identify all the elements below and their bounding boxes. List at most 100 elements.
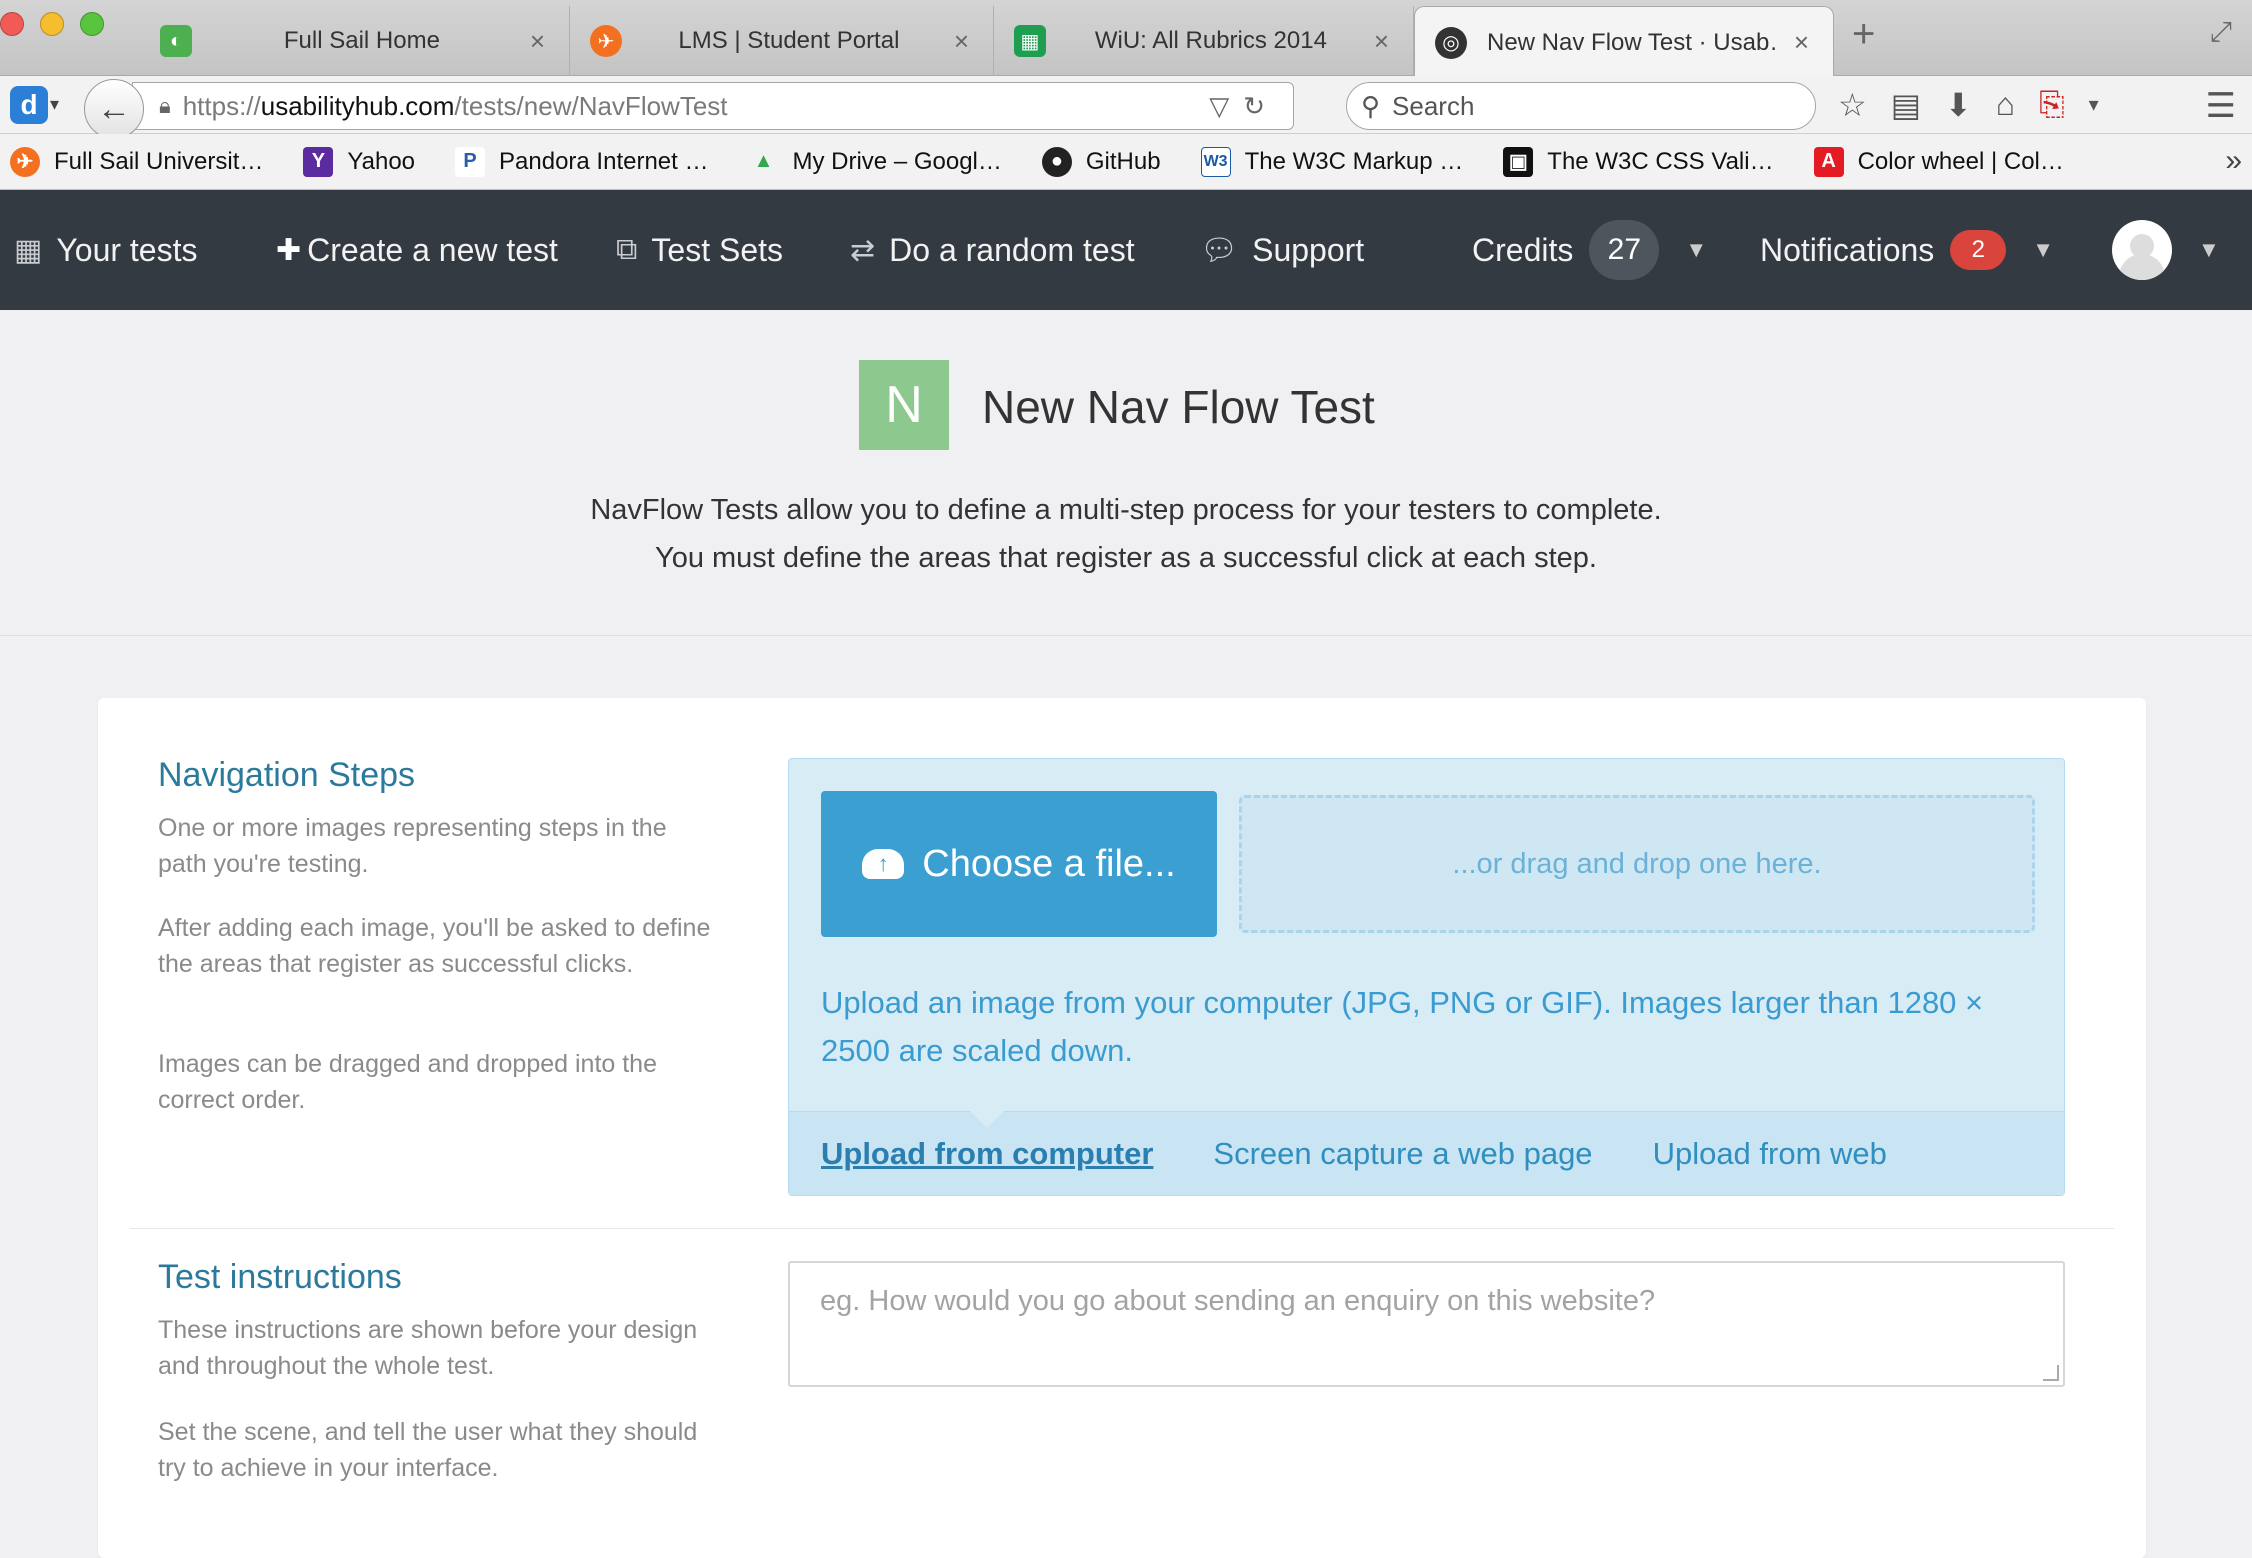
bookmarks-overflow-icon[interactable]: » [2225, 144, 2242, 178]
bookmark-yahoo[interactable]: Y Yahoo [303, 146, 415, 177]
upload-source-tabs: Upload from computer Screen capture a we… [789, 1110, 2064, 1195]
github-icon: ● [1041, 146, 1072, 177]
grid-icon: ▦ [14, 233, 43, 267]
tab-title: New Nav Flow Test · Usab… [1487, 28, 1776, 56]
bookmark-star-icon[interactable]: ☆ [1838, 86, 1867, 124]
bookmark-label: My Drive – Googl… [792, 147, 1002, 175]
url-bar[interactable]: 🔒︎ https://usabilityhub.com/tests/new/Na… [132, 82, 1294, 130]
close-tab-icon[interactable]: × [1374, 26, 1389, 57]
page-title: New Nav Flow Test [982, 381, 1375, 433]
image-upload-panel: ↑ Choose a file... ...or drag and drop o… [788, 758, 2065, 1196]
nav-label: Test Sets [651, 231, 784, 268]
shuffle-icon: ⇄ [850, 233, 876, 267]
bookmarks-bar: ✈ Full Sail Universit… Y Yahoo P Pandora In… [0, 134, 2252, 190]
tab-full-sail-home[interactable]: ◐ Full Sail Home × [140, 6, 570, 76]
sheets-icon: ▦ [1014, 25, 1046, 57]
navigation-steps-title: Navigation Steps [158, 756, 416, 794]
browser-tab-strip: ◐ Full Sail Home × ✈ LMS | Student Porta… [0, 0, 2252, 78]
chevron-down-icon[interactable]: ▾ [50, 94, 59, 115]
navigation-steps-description: After adding each image, you'll be asked… [158, 914, 711, 978]
nav-notifications[interactable]: Notifications 2 ▼ [1760, 190, 2054, 310]
nav-random-test[interactable]: ⇄ Do a random test [850, 190, 1135, 310]
bookmark-github[interactable]: ● GitHub [1041, 146, 1161, 177]
nav-user-menu[interactable]: ▼ [2112, 190, 2220, 310]
addon-dropdown-icon[interactable]: ▾ [2089, 86, 2099, 124]
bookmark-w3c-css[interactable]: ▣ The W3C CSS Vali… [1503, 146, 1774, 177]
zoom-window-button[interactable] [80, 12, 104, 36]
tab-upload-from-computer[interactable]: Upload from computer [821, 1136, 1153, 1172]
history-dropdown-icon[interactable]: ▽ [1209, 91, 1243, 121]
intro-line-2: You must define the areas that register … [655, 542, 1597, 574]
url-path: /tests/new/NavFlowTest [454, 90, 728, 121]
lock-icon: 🔒︎ [159, 93, 171, 118]
navigation-steps-description: Images can be dragged and dropped into t… [158, 1050, 657, 1114]
test-instructions-description: Set the scene, and tell the user what th… [158, 1418, 698, 1482]
window-controls [0, 12, 104, 36]
bookmark-label: Full Sail Universit… [54, 147, 264, 175]
bookmark-label: The W3C Markup … [1244, 147, 1464, 175]
instructions-placeholder: eg. How would you go about sending an en… [820, 1285, 1656, 1317]
tab-upload-from-web[interactable]: Upload from web [1653, 1136, 1887, 1172]
adobe-icon: A [1813, 146, 1844, 177]
nav-label: Do a random test [889, 231, 1135, 268]
section-divider [130, 1228, 2114, 1229]
close-tab-icon[interactable]: × [954, 26, 969, 57]
downloads-icon[interactable]: ⬇ [1945, 86, 1972, 124]
nav-support[interactable]: 💬︎ Support [1200, 190, 1364, 310]
drag-drop-zone[interactable]: ...or drag and drop one here. [1239, 795, 2035, 933]
intro-line-1: NavFlow Tests allow you to define a mult… [590, 494, 1662, 526]
avatar [2112, 220, 2172, 280]
usabilityhub-icon: ◎ [1435, 26, 1467, 59]
fullsail-bookmark-icon: ✈ [10, 146, 40, 177]
tab-screen-capture[interactable]: Screen capture a web page [1213, 1136, 1592, 1172]
close-window-button[interactable] [0, 12, 24, 36]
test-instructions-description: These instructions are shown before your… [158, 1316, 698, 1380]
bookmark-label: Pandora Internet … [499, 147, 709, 175]
hamburger-menu-icon[interactable]: ☰ [2206, 86, 2236, 126]
nav-your-tests[interactable]: ▦ Your tests [14, 190, 197, 310]
fullscreen-icon[interactable]: ⤢ [2210, 16, 2232, 49]
test-instructions-title: Test instructions [158, 1258, 402, 1296]
credits-count-badge: 27 [1589, 220, 1660, 280]
reload-icon[interactable]: ↻ [1243, 91, 1279, 121]
choose-file-label: Choose a file... [922, 842, 1176, 885]
bookmark-google-drive[interactable]: ▲ My Drive – Googl… [748, 147, 1002, 177]
reading-list-icon[interactable]: ▤ [1891, 86, 1921, 124]
test-instructions-input[interactable]: eg. How would you go about sending an en… [788, 1261, 2065, 1387]
home-icon[interactable]: ⌂ [1996, 86, 2015, 124]
avatar-head [2130, 234, 2154, 258]
new-tab-plus-icon[interactable]: + [1852, 12, 1875, 57]
resize-grip-icon[interactable] [2043, 1365, 2059, 1381]
tab-title: WiU: All Rubrics 2014 [1094, 27, 1327, 54]
tab-new-nav-flow-test[interactable]: ◎ New Nav Flow Test · Usab… × [1414, 6, 1834, 78]
url-host: usabilityhub.com [260, 90, 455, 121]
back-arrow-icon: ← [97, 89, 131, 128]
bookmark-color-wheel[interactable]: A Color wheel | Col… [1813, 146, 2064, 177]
minimize-window-button[interactable] [40, 12, 64, 36]
choose-file-button[interactable]: ↑ Choose a file... [821, 791, 1217, 937]
close-tab-icon[interactable]: × [1794, 27, 1809, 58]
delicious-addon-icon[interactable]: d [10, 86, 48, 124]
nav-credits[interactable]: Credits 27 ▼ [1472, 190, 1707, 310]
search-icon: ⚲ [1361, 90, 1381, 121]
tab-lms-student-portal[interactable]: ✈ LMS | Student Portal × [570, 6, 994, 76]
bookmark-pandora[interactable]: P Pandora Internet … [455, 146, 709, 177]
toolbar-icons: ☆ ▤ ⬇ ⌂ ⎘ ▾ [1838, 86, 2099, 124]
tab-wiu-rubrics[interactable]: ▦ WiU: All Rubrics 2014 × [994, 6, 1414, 76]
pdf-addon-icon[interactable]: ⎘ [2039, 86, 2065, 124]
fullsail-icon: ◐ [160, 25, 192, 57]
bookmark-full-sail[interactable]: ✈ Full Sail Universit… [10, 146, 264, 177]
app-navbar: ▦ Your tests ✚ Create a new test ⧉ Test … [0, 190, 2252, 310]
back-button[interactable]: ← [84, 79, 144, 139]
test-form-card: Navigation Steps One or more images repr… [98, 698, 2146, 1558]
search-input[interactable]: ⚲ Search [1346, 82, 1816, 130]
url-scheme: https:// [182, 90, 261, 121]
bookmark-w3c-markup[interactable]: W3 The W3C Markup … [1200, 146, 1464, 177]
notifications-count-badge: 2 [1950, 230, 2007, 270]
nav-create-test[interactable]: ✚ Create a new test [276, 190, 558, 310]
upload-help-text: Upload an image from your computer (JPG,… [821, 985, 1984, 1068]
close-tab-icon[interactable]: × [530, 26, 545, 57]
chat-bubble-icon: 💬︎ [1200, 233, 1239, 267]
nav-test-sets[interactable]: ⧉ Test Sets [616, 190, 783, 310]
nav-label: Support [1252, 231, 1365, 268]
